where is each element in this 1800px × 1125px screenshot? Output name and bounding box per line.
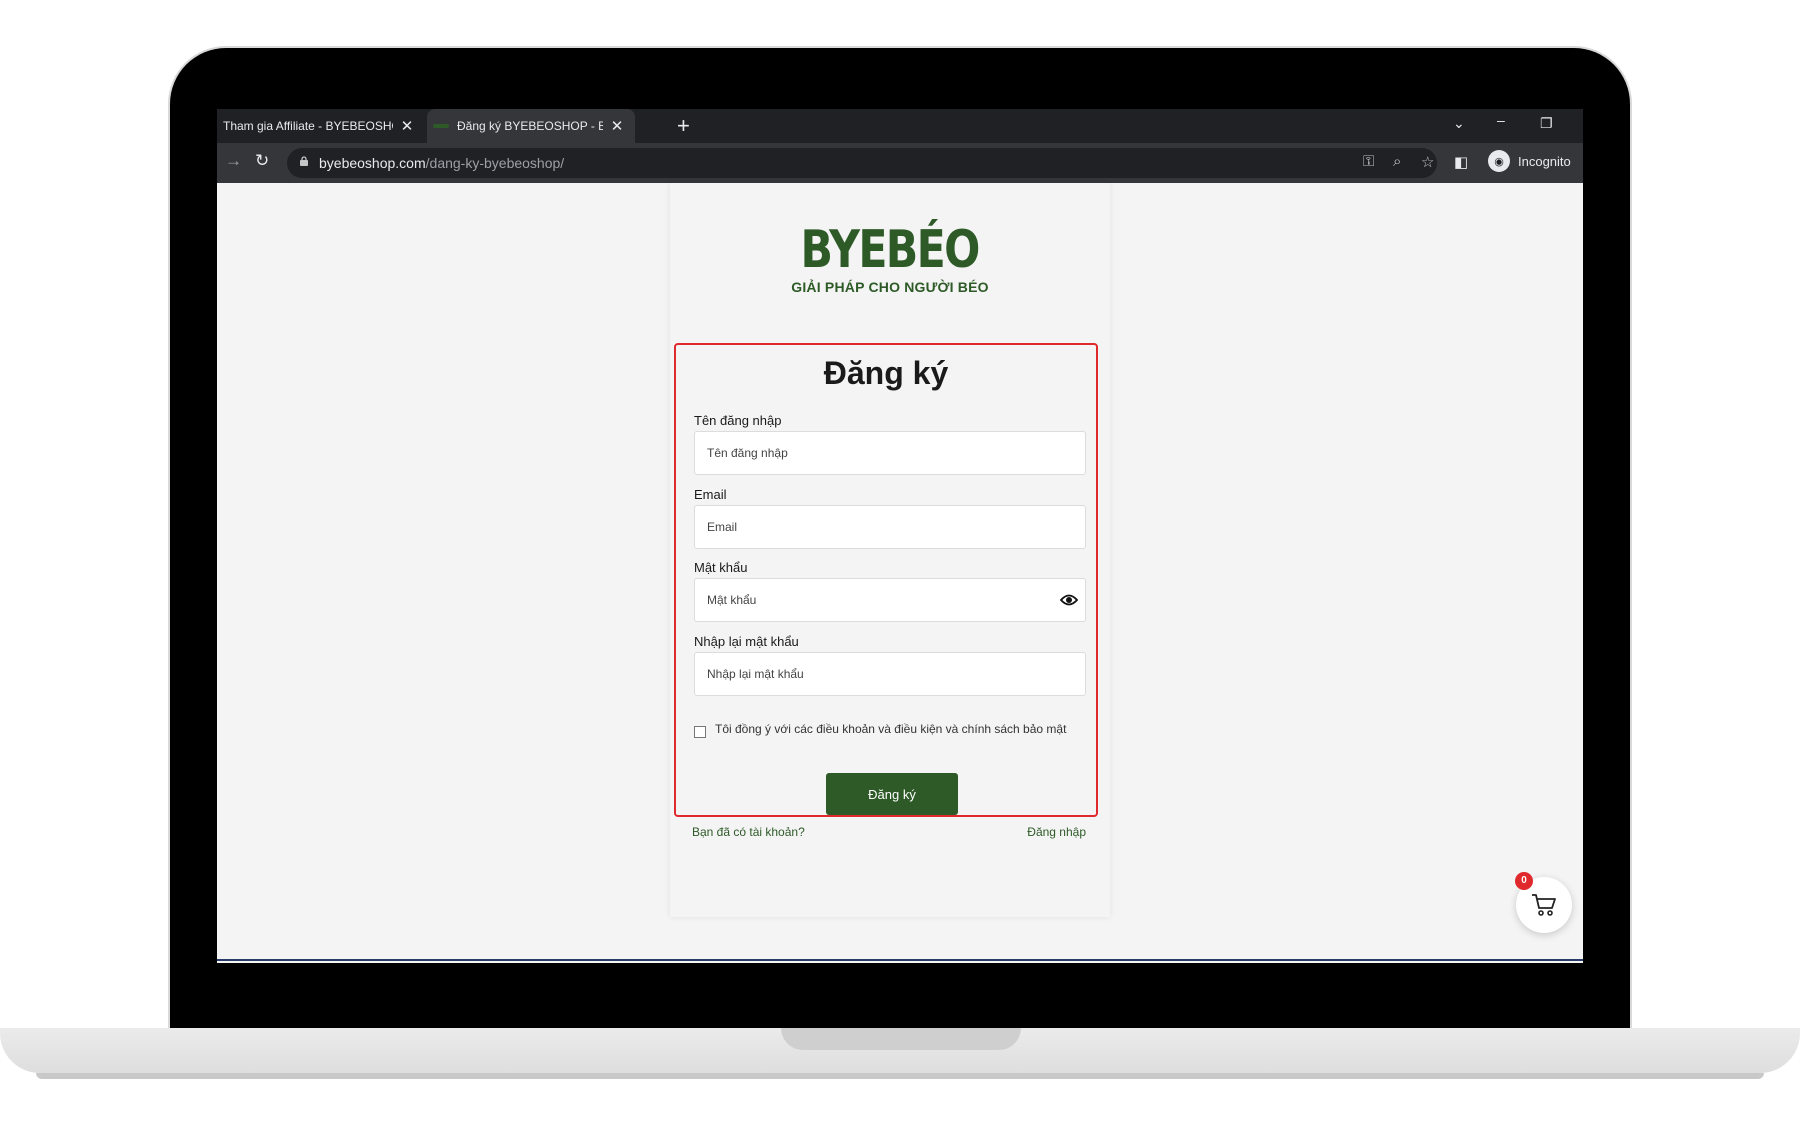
eye-icon[interactable] <box>1060 593 1078 607</box>
page-bottom-border <box>217 959 1583 961</box>
cart-icon <box>1532 894 1556 916</box>
page-content: BYEBÉO GIẢI PHÁP CHO NGƯỜI BÉO Đăng ký T… <box>217 183 1583 963</box>
lock-icon <box>300 156 308 166</box>
logo-brand: BYEBÉO <box>800 220 981 280</box>
logo-tagline: GIẢI PHÁP CHO NGƯỜI BÉO <box>791 279 989 295</box>
confirm-password-input[interactable] <box>694 652 1086 696</box>
username-label: Tên đăng nhập <box>694 413 782 428</box>
tab-register[interactable]: Đăng ký BYEBEOSHOP - BYEBEOSHOP ✕ <box>427 109 635 143</box>
new-tab-icon[interactable]: + <box>677 113 690 139</box>
zoom-icon[interactable]: ⌕ <box>1393 153 1401 170</box>
incognito-icon: ◉ <box>1488 150 1510 172</box>
register-button[interactable]: Đăng ký <box>826 773 958 815</box>
tab-affiliate[interactable]: Tham gia Affiliate - BYEBEOSHOP ✕ <box>217 109 425 143</box>
terms-agreement: Tôi đồng ý với các điều khoản và điều ki… <box>694 723 1086 738</box>
url-path: /dang-ky-byebeoshop/ <box>425 155 565 171</box>
email-label: Email <box>694 487 727 502</box>
confirm-password-label: Nhập lại mật khẩu <box>694 634 799 649</box>
close-icon[interactable]: ✕ <box>609 117 625 135</box>
register-card: BYEBÉO GIẢI PHÁP CHO NGƯỜI BÉO Đăng ký T… <box>670 183 1110 917</box>
laptop-base-shadow <box>36 1073 1764 1079</box>
tab-title: Đăng ký BYEBEOSHOP - BYEBEOSHOP <box>457 119 603 133</box>
url-text: byebeoshop.com/dang-ky-byebeoshop/ <box>319 155 564 171</box>
site-logo[interactable]: BYEBÉO GIẢI PHÁP CHO NGƯỜI BÉO <box>670 223 1110 295</box>
laptop-notch <box>781 1028 1021 1050</box>
password-input[interactable] <box>694 578 1086 622</box>
url-domain: byebeoshop.com <box>319 155 426 171</box>
have-account-text[interactable]: Bạn đã có tài khoản? <box>692 825 805 839</box>
key-icon[interactable]: ⚿ <box>1363 153 1374 170</box>
profile-button[interactable]: ◉ Incognito <box>1488 150 1571 172</box>
close-icon[interactable]: ✕ <box>399 117 415 135</box>
restore-icon[interactable]: ❐ <box>1540 115 1553 132</box>
login-link[interactable]: Đăng nhập <box>1027 825 1086 839</box>
profile-label: Incognito <box>1518 153 1571 169</box>
terms-checkbox[interactable] <box>694 726 706 738</box>
password-label: Mật khẩu <box>694 560 748 575</box>
cart-count-badge: 0 <box>1515 872 1533 890</box>
tab-search-chevron-icon[interactable]: ⌄ <box>1453 115 1465 132</box>
star-icon[interactable]: ☆ <box>1421 153 1434 171</box>
minimize-icon[interactable]: – <box>1497 112 1505 128</box>
username-input[interactable] <box>694 431 1086 475</box>
terms-text: Tôi đồng ý với các điều khoản và điều ki… <box>715 722 1067 736</box>
form-title: Đăng ký <box>823 355 949 391</box>
reload-icon[interactable]: ↻ <box>255 151 269 171</box>
side-panel-icon[interactable]: ◧ <box>1454 153 1468 171</box>
browser-toolbar: → ↻ byebeoshop.com/dang-ky-byebeoshop/ ⚿… <box>217 143 1583 183</box>
site-favicon-icon <box>433 124 449 128</box>
address-bar[interactable]: byebeoshop.com/dang-ky-byebeoshop/ ⚿ ⌕ ☆ <box>287 148 1437 178</box>
email-input[interactable] <box>694 505 1086 549</box>
tab-strip: Tham gia Affiliate - BYEBEOSHOP ✕ Đăng k… <box>217 109 1583 143</box>
register-form: Đăng ký Tên đăng nhập Email Mật khẩu Nhậ… <box>674 343 1098 817</box>
tab-title: Tham gia Affiliate - BYEBEOSHOP <box>223 119 393 133</box>
browser-window: Tham gia Affiliate - BYEBEOSHOP ✕ Đăng k… <box>217 109 1583 963</box>
forward-icon[interactable]: → <box>225 151 242 171</box>
